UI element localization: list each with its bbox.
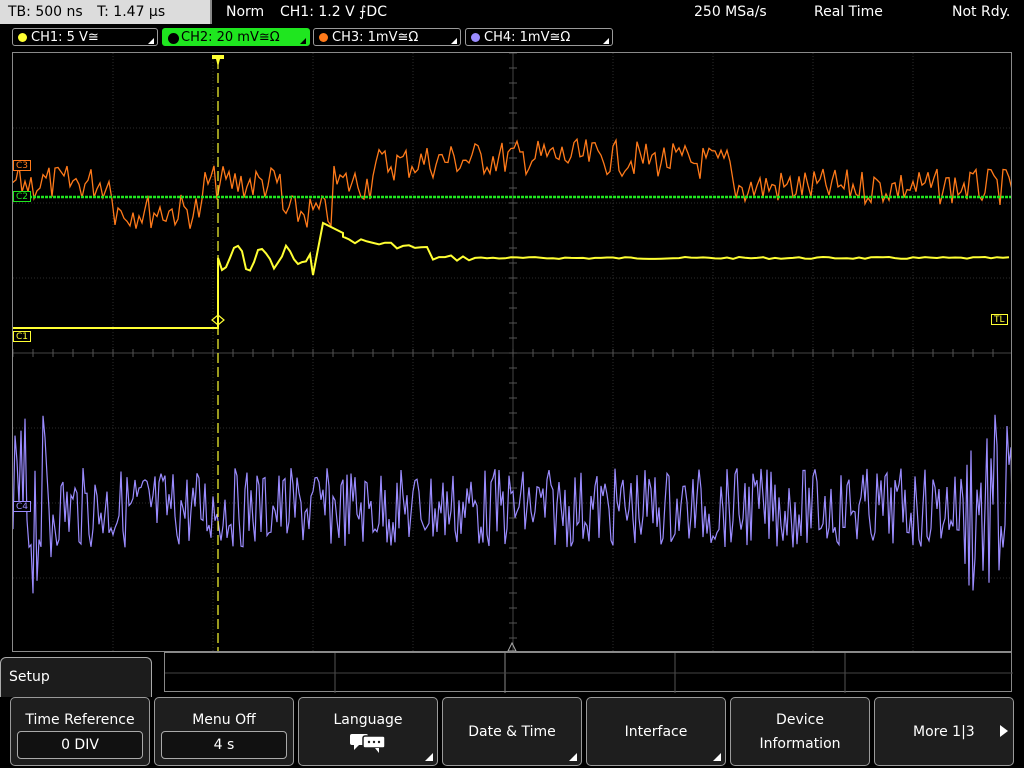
channel-3-label: CH3: 1mV≅Ω (332, 30, 419, 45)
channel-2-label: CH2: 20 mV≅Ω (181, 30, 280, 45)
dropdown-corner-icon (148, 38, 154, 44)
language-softkey[interactable]: Language (298, 697, 438, 766)
softkey-label: Date & Time (468, 724, 556, 740)
time-reference-value[interactable]: 0 DIV (17, 731, 143, 759)
submenu-corner-icon (425, 753, 433, 761)
channel-1-chip[interactable]: CH1: 5 V≅ (12, 28, 158, 46)
softkey-label: More 1|3 (913, 724, 975, 740)
trigger-time-value: T: 1.47 µs (97, 4, 166, 20)
horizontal-center-icon (507, 641, 517, 651)
time-reference-softkey[interactable]: Time Reference 0 DIV (10, 697, 150, 766)
softkey-label: Menu Off (192, 712, 256, 728)
interface-softkey[interactable]: Interface (586, 697, 726, 766)
graticule-grid (13, 53, 1011, 651)
channel-1-label: CH1: 5 V≅ (31, 30, 99, 45)
channel-4-label: CH4: 1mV≅Ω (484, 30, 571, 45)
submenu-corner-icon (713, 753, 721, 761)
submenu-corner-icon (569, 753, 577, 761)
channel-4-chip[interactable]: CH4: 1mV≅Ω (465, 28, 613, 46)
channel-1-color-icon (18, 33, 27, 42)
channel-4-color-icon (471, 33, 480, 42)
status-bar: Norm CH1: 1.2 V ⨍DC 250 MSa/s Real Time … (214, 0, 1024, 24)
dropdown-corner-icon (451, 38, 457, 44)
waveform-canvas (13, 53, 1011, 651)
device-information-softkey[interactable]: Device Information (730, 697, 870, 766)
channel-2-color-icon (168, 33, 179, 44)
softkey-label-line1: Device (776, 712, 824, 728)
overview-strip-grid (165, 653, 1013, 693)
sample-rate: 250 MSa/s (694, 4, 767, 20)
timebase-value: TB: 500 ns (8, 4, 83, 20)
dropdown-corner-icon (603, 38, 609, 44)
dropdown-corner-icon (300, 38, 306, 44)
timebase-panel[interactable]: TB: 500 ns T: 1.47 µs (0, 0, 212, 24)
channel-3-color-icon (319, 33, 328, 42)
more-softkey[interactable]: More 1|3 (874, 697, 1014, 766)
channel-1-offset-marker[interactable]: C1 (13, 331, 32, 342)
channel-3-offset-marker[interactable]: C3 (13, 160, 32, 171)
menu-title: Setup (9, 669, 50, 685)
trigger-position-icon (212, 55, 224, 67)
menu-off-softkey[interactable]: Menu Off 4 s (154, 697, 294, 766)
date-time-softkey[interactable]: Date & Time (442, 697, 582, 766)
menu-title-tab: Setup (0, 657, 152, 697)
right-arrow-icon (1000, 725, 1008, 737)
speech-bubbles-icon (350, 734, 386, 753)
softkey-label-line2: Information (759, 736, 841, 752)
trigger-level-marker[interactable]: TL (991, 314, 1008, 325)
channel-4-offset-marker[interactable]: C4 (13, 501, 32, 512)
channel-1-trace (13, 221, 1010, 329)
softkey-label: Interface (624, 724, 688, 740)
overview-strip (164, 652, 1013, 693)
acquisition-state: Not Rdy. (952, 4, 1011, 20)
waveform-display[interactable]: C3 C2 C1 C4 TL (12, 52, 1012, 652)
trigger-info[interactable]: CH1: 1.2 V ⨍DC (280, 0, 387, 24)
channel-2-offset-marker[interactable]: C2 (13, 191, 32, 202)
acquisition-mode: Real Time (814, 4, 883, 20)
softkey-label: Language (333, 712, 403, 728)
trigger-mode[interactable]: Norm (226, 0, 264, 24)
channel-2-chip[interactable]: CH2: 20 mV≅Ω (162, 28, 310, 46)
softkey-label: Time Reference (25, 712, 135, 728)
channel-3-chip[interactable]: CH3: 1mV≅Ω (313, 28, 461, 46)
menu-off-value[interactable]: 4 s (161, 731, 287, 759)
